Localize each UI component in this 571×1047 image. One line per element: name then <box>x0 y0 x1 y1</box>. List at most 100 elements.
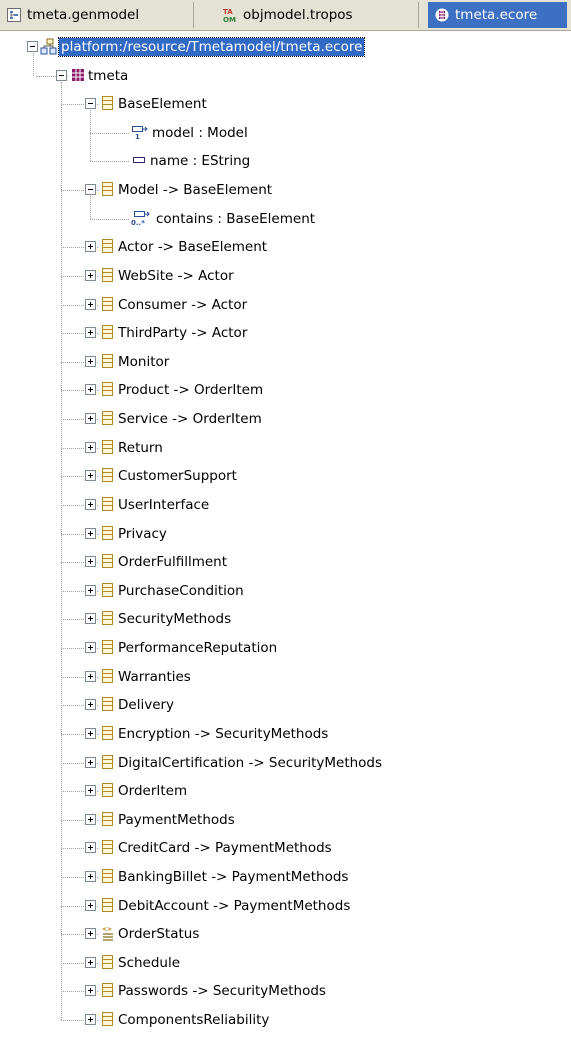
tree-item[interactable]: PaymentMethods <box>0 806 571 834</box>
tree-item[interactable]: Product -> OrderItem <box>0 376 571 404</box>
expand-toggle-icon[interactable] <box>85 584 96 596</box>
containment-reference-icon: 0..* <box>131 210 150 227</box>
expand-toggle-icon[interactable] <box>85 355 96 367</box>
tree-item[interactable]: Privacy <box>0 520 571 548</box>
tree-item-label: PurchaseCondition <box>118 582 244 599</box>
eclass-icon <box>100 582 116 598</box>
tree-item[interactable]: CreditCard -> PaymentMethods <box>0 834 571 862</box>
collapse-toggle-icon[interactable] <box>85 98 96 110</box>
tree-item[interactable]: Delivery <box>0 691 571 719</box>
expand-toggle-icon[interactable] <box>85 842 96 854</box>
expand-toggle-icon[interactable] <box>85 785 96 797</box>
tab-label: tmeta.genmodel <box>27 7 140 23</box>
eclass-icon <box>100 725 116 741</box>
tree-item-label: model : Model <box>152 124 248 141</box>
expand-toggle-icon[interactable] <box>85 756 96 768</box>
tree-item-label: PaymentMethods <box>118 811 235 828</box>
tree-item-label: Encryption -> SecurityMethods <box>118 725 329 742</box>
tree-item[interactable]: Return <box>0 434 571 462</box>
eclass-icon <box>100 811 116 827</box>
tree-feature[interactable]: 1 model : Model <box>0 119 571 147</box>
expand-toggle-icon[interactable] <box>85 241 96 253</box>
tree-item[interactable]: <> OrderStatus <box>0 920 571 948</box>
tree-item[interactable]: OrderItem <box>0 777 571 805</box>
expand-toggle-icon[interactable] <box>85 498 96 510</box>
tab-tmeta-ecore[interactable]: tmeta.ecore <box>428 2 571 28</box>
expand-toggle-icon[interactable] <box>85 1014 96 1026</box>
expand-toggle-icon[interactable] <box>85 327 96 339</box>
tree-item-label: Delivery <box>118 697 175 714</box>
collapse-toggle-icon[interactable] <box>85 184 96 196</box>
tree-root[interactable]: platform:/resource/Tmetamodel/tmeta.ecor… <box>0 33 571 61</box>
tree-item[interactable]: CustomerSupport <box>0 462 571 490</box>
tree-item-label: BankingBillet -> PaymentMethods <box>118 868 349 885</box>
expand-toggle-icon[interactable] <box>85 928 96 940</box>
tree-item[interactable]: Monitor <box>0 348 571 376</box>
expand-toggle-icon[interactable] <box>85 556 96 568</box>
tree-item[interactable]: UserInterface <box>0 491 571 519</box>
tree-item[interactable]: BaseElement <box>0 90 571 118</box>
tree-feature[interactable]: name : EString <box>0 147 571 175</box>
expand-toggle-icon[interactable] <box>85 470 96 482</box>
tree-item-label: ComponentsReliability <box>118 1012 270 1029</box>
expand-toggle-icon[interactable] <box>85 699 96 711</box>
expand-toggle-icon[interactable] <box>85 613 96 625</box>
tree-item[interactable]: DebitAccount -> PaymentMethods <box>0 892 571 920</box>
expand-toggle-icon[interactable] <box>85 956 96 968</box>
tree-item[interactable]: Consumer -> Actor <box>0 291 571 319</box>
tree-package-tmeta[interactable]: tmeta <box>0 62 571 90</box>
expand-toggle-icon[interactable] <box>85 441 96 453</box>
tree-item[interactable]: ThirdParty -> Actor <box>0 319 571 347</box>
expand-toggle-icon[interactable] <box>85 269 96 281</box>
eclass-icon <box>100 410 116 426</box>
tree-item[interactable]: Service -> OrderItem <box>0 405 571 433</box>
tree-item-label: Product -> OrderItem <box>118 382 264 399</box>
eclass-icon <box>100 525 116 541</box>
eclass-icon <box>100 696 116 712</box>
tree-item[interactable]: PurchaseCondition <box>0 577 571 605</box>
expand-toggle-icon[interactable] <box>85 642 96 654</box>
tree-item-label: Schedule <box>118 954 181 971</box>
tree-item[interactable]: Model -> BaseElement <box>0 176 571 204</box>
tree-feature[interactable]: 0..* contains : BaseElement <box>0 205 571 233</box>
expand-toggle-icon[interactable] <box>85 384 96 396</box>
expand-toggle-icon[interactable] <box>85 527 96 539</box>
expand-toggle-icon[interactable] <box>85 985 96 997</box>
tree-item[interactable]: WebSite -> Actor <box>0 262 571 290</box>
ecore-tree-view[interactable]: platform:/resource/Tmetamodel/tmeta.ecor… <box>0 30 571 1047</box>
expand-toggle-icon[interactable] <box>85 413 96 425</box>
tree-item[interactable]: Encryption -> SecurityMethods <box>0 720 571 748</box>
collapse-toggle-icon[interactable] <box>27 41 38 52</box>
expand-toggle-icon[interactable] <box>85 670 96 682</box>
tree-item-label: OrderItem <box>118 783 188 800</box>
eclass-icon <box>100 868 116 884</box>
tree-item-label: name : EString <box>150 153 251 170</box>
tree-item-label: Service -> OrderItem <box>118 411 262 428</box>
tree-item[interactable]: OrderFulfillment <box>0 548 571 576</box>
tree-item-label: OrderStatus <box>118 926 200 943</box>
tab-objmodel-tropos[interactable]: TA OM objmodel.tropos <box>216 2 419 28</box>
tree-item[interactable]: BankingBillet -> PaymentMethods <box>0 863 571 891</box>
expand-toggle-icon[interactable] <box>85 727 96 739</box>
tree-item[interactable]: PerformanceReputation <box>0 634 571 662</box>
tree-item-label: Consumer -> Actor <box>118 296 248 313</box>
tree-item-label: contains : BaseElement <box>156 210 316 227</box>
tree-item[interactable]: Passwords -> SecurityMethods <box>0 977 571 1005</box>
collapse-toggle-icon[interactable] <box>56 69 67 81</box>
tree-item-label: DebitAccount -> PaymentMethods <box>118 897 351 914</box>
tree-item[interactable]: Schedule <box>0 949 571 977</box>
tree-item[interactable]: DigitalCertification -> SecurityMethods <box>0 749 571 777</box>
expand-toggle-icon[interactable] <box>85 870 96 882</box>
tab-tmeta-genmodel[interactable]: tmeta.genmodel <box>0 2 194 28</box>
tree-item-label: Monitor <box>118 353 170 370</box>
expand-toggle-icon[interactable] <box>85 298 96 310</box>
tree-item[interactable]: SecurityMethods <box>0 605 571 633</box>
eclass-icon <box>100 181 116 197</box>
tree-item[interactable]: ComponentsReliability <box>0 1006 571 1034</box>
tree-item-label: Actor -> BaseElement <box>118 239 268 256</box>
expand-toggle-icon[interactable] <box>85 899 96 911</box>
tree-item[interactable]: Actor -> BaseElement <box>0 233 571 261</box>
tree-root-label: platform:/resource/Tmetamodel/tmeta.ecor… <box>57 37 366 57</box>
tree-item[interactable]: Warranties <box>0 663 571 691</box>
expand-toggle-icon[interactable] <box>85 813 96 825</box>
